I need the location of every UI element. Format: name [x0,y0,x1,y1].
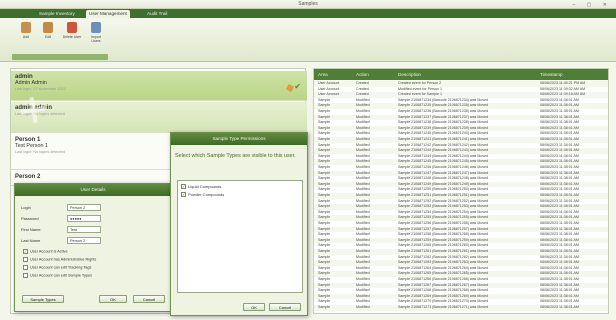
sample-type-list: ✓ Liquid Compounds ✓ Powder Compounds [177,180,303,293]
first-name-label: First Name [21,227,41,232]
sample-type-permissions-dialog: Sample Type Permissions Select which Sam… [170,132,308,316]
sample-types-button[interactable]: Sample Types [22,295,64,303]
import-users-label: Import Users [91,35,101,43]
checkbox-checked-icon: ✓ [181,184,186,190]
active-checkbox[interactable]: ✓ User Account is Active [23,249,68,254]
grid-header: Area Action Description Timestamp [314,69,608,80]
liquid-compounds-label: Liquid Compounds [188,184,222,189]
table-row[interactable]: Sample Modified Sample 2106871271 (Barcode… [314,305,608,311]
delete-user-label: Delete User [62,35,82,39]
password-label: Password [21,216,39,221]
sample-types-label: User Account can edit Sample Types [30,273,92,278]
column-header-area[interactable]: Area [318,72,328,77]
admin-rights-checkbox[interactable]: User Account has Administrative Rights [23,257,96,262]
checkbox-icon [23,273,28,278]
edit-user-button[interactable]: Edit [38,22,58,52]
dialog-title: User Details [15,184,171,196]
column-header-timestamp[interactable]: Timestamp [540,72,563,77]
tab-bar: Sample Inventory User Management Audit T… [0,9,616,18]
cell-description: Sample 2106871271 (Barcode 2106871271) w… [398,305,489,309]
column-header-description[interactable]: Description [398,72,421,77]
add-user-button[interactable]: Add [16,22,36,52]
cancel-button[interactable]: Cancel [133,295,165,303]
ok-button[interactable]: OK [99,295,127,303]
login-field[interactable]: Person 2 [67,204,101,211]
import-users-button[interactable]: Import Users [86,22,106,52]
user-full-name: Admin Admin [15,80,47,86]
cell-action: Modified [356,305,370,309]
edit-user-icon [43,22,53,33]
last-name-field[interactable]: Person 2 [67,237,101,244]
checkbox-icon [23,265,28,270]
last-name-label: Last Name [21,238,41,243]
delete-user-button[interactable]: Delete User [62,22,82,52]
cancel-button[interactable]: Cancel [269,303,301,311]
dialog-title: Sample Type Permissions [171,133,307,145]
ribbon-group-bar [12,54,108,60]
sample-types-checkbox[interactable]: User Account can edit Sample Types [23,273,92,278]
tab-audit-trail[interactable]: Audit Trail [144,10,170,18]
import-users-icon [91,22,101,33]
cell-timestamp: 08/06/2023 11:38:01 AM [540,305,579,309]
tab-sample-inventory[interactable]: Sample Inventory [36,10,78,18]
powder-compounds-label: Powder Compounds [188,192,225,197]
checkbox-icon [23,257,28,262]
user-last-login: Last login: No logins detected [15,112,65,116]
delete-user-icon [67,22,77,33]
ok-button[interactable]: OK [243,303,265,311]
tracking-tags-checkbox[interactable]: User Account can edit Tracking Tags [23,265,91,270]
sample-type-powder[interactable]: ✓ Powder Compounds [181,192,225,198]
sample-type-liquid[interactable]: ✓ Liquid Compounds [181,184,222,190]
ribbon: Add Edit Delete User Import Users [0,18,616,62]
cell-area: Sample [318,305,331,309]
admin-rights-label: User Account has Administrative Rights [30,257,97,262]
user-details-dialog: User Details Login Person 2 Password ●●●… [14,183,172,312]
edit-user-label: Edit [44,35,52,39]
user-item-admin[interactable]: admin Admin Admin Last login: 07 Novembe… [11,71,307,101]
checkbox-checked-icon: ✓ [181,192,186,198]
add-user-label: Add [22,35,30,39]
password-field[interactable]: ●●●●● [67,215,101,222]
add-user-icon [21,22,31,33]
audit-grid: Area Action Description Timestamp User A… [313,68,609,314]
user-last-login: Last login: 07 November 2023 [15,87,66,91]
first-name-field[interactable]: Test [67,226,101,233]
window-title: Samples [298,1,318,7]
login-label: Login [21,205,31,210]
column-header-action[interactable]: Action [356,72,369,77]
tracking-tags-label: User Account can edit Tracking Tags [30,265,92,270]
window-titlebar: Samples – ▢ ✕ [0,0,616,9]
permissions-prompt: Select which Sample Types are visible to… [175,153,296,159]
active-label: User Account is Active [30,249,68,254]
tab-user-management[interactable]: User Management [86,10,130,18]
checkbox-checked-icon: ✓ [23,249,28,254]
grid-body: User Account Created Created event for Per… [314,81,608,313]
checkmark-icon[interactable]: ✔ [294,83,301,91]
